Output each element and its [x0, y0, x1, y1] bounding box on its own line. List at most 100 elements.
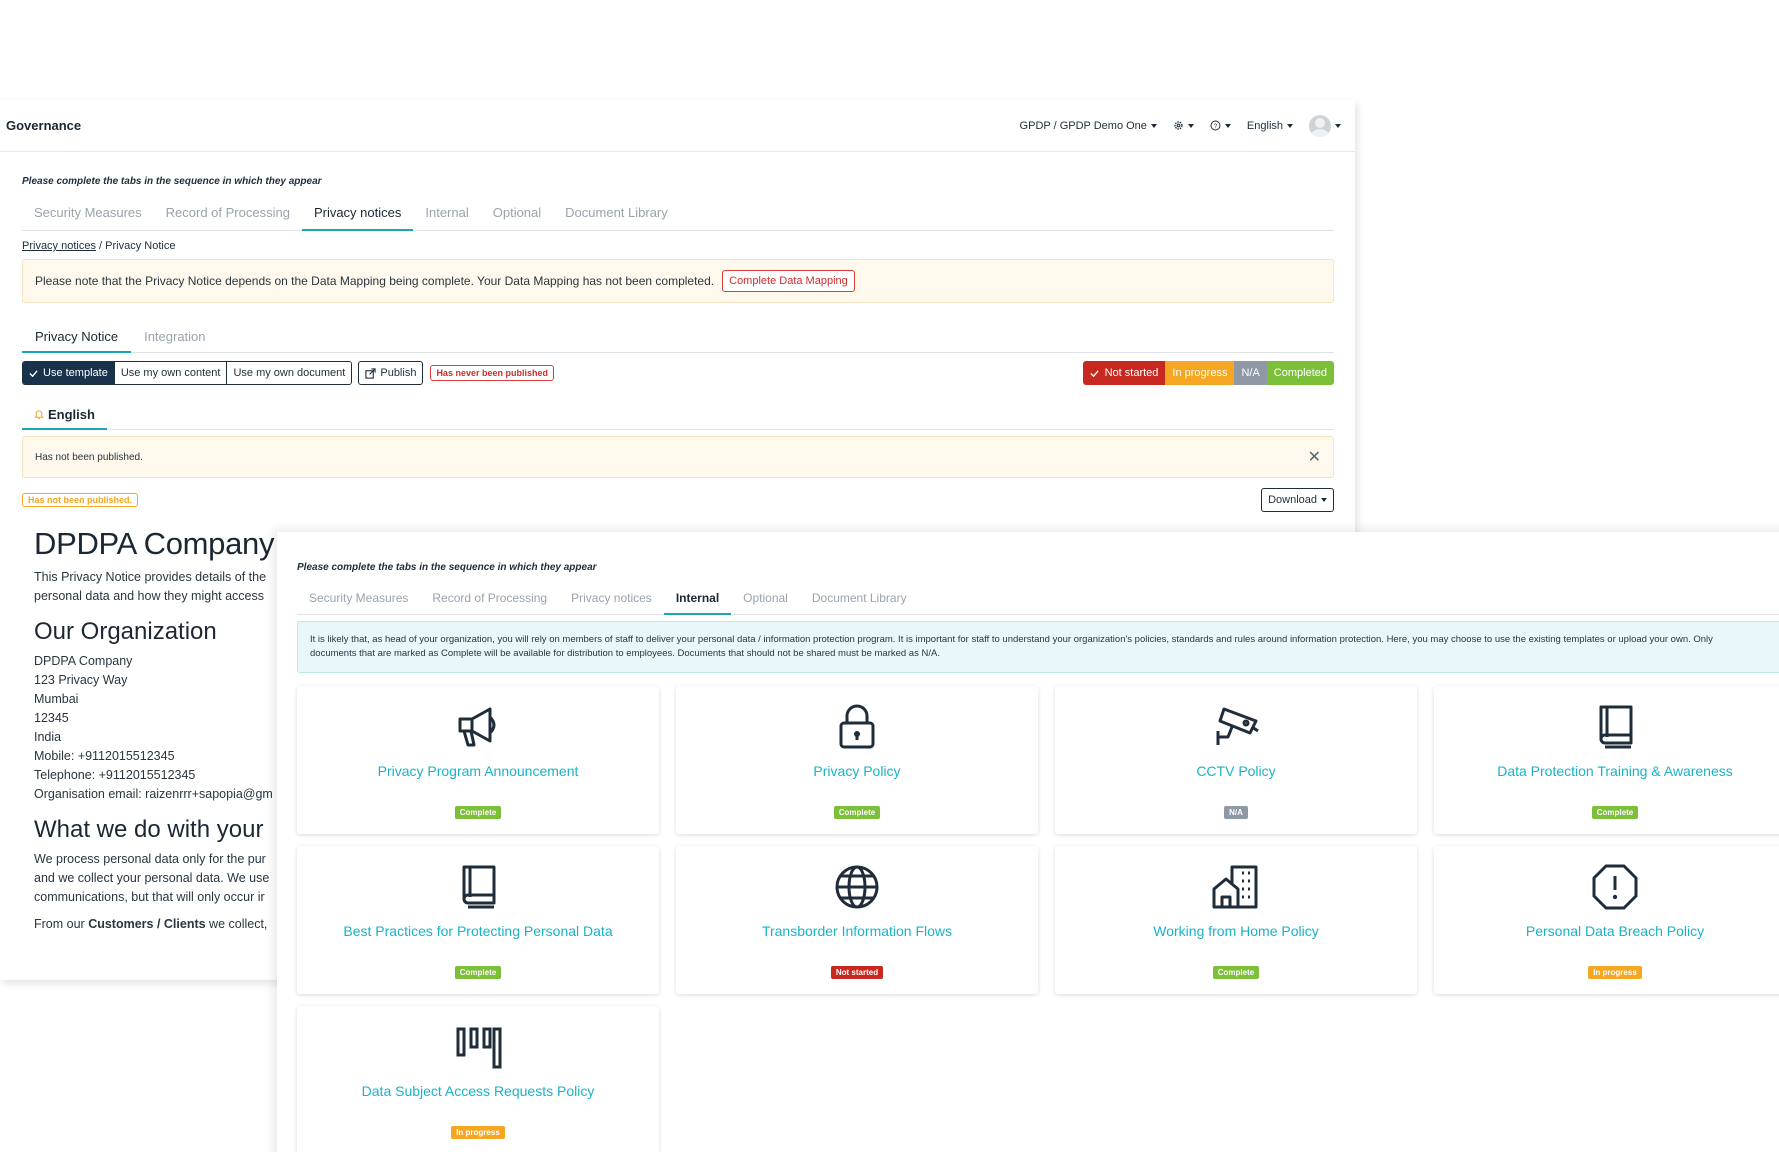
language-selector[interactable]: English — [1247, 120, 1293, 132]
document-card[interactable]: Privacy Program Announcement Complete — [297, 686, 659, 834]
status-badge: Complete — [454, 966, 502, 979]
not-published-badge: Has not been published. — [22, 493, 139, 507]
internal-info-alert: It is likely that, as head of your organ… — [297, 621, 1779, 673]
share-icon — [365, 367, 376, 379]
language-label: English — [1246, 119, 1283, 132]
document-card-title: Data Subject Access Requests Policy — [361, 1083, 595, 1099]
document-card-title: Transborder Information Flows — [761, 923, 953, 939]
document-card[interactable]: Transborder Information Flows Not starte… — [676, 846, 1038, 994]
document-card[interactable]: Data Protection Training & Awareness Com… — [1434, 686, 1779, 834]
breadcrumb-current: Privacy Notice — [105, 240, 176, 252]
internal-info-text: It is likely that, as head of your organ… — [310, 634, 1713, 659]
document-card-title: Privacy Policy — [813, 763, 901, 779]
publish-button[interactable]: Publish — [358, 361, 424, 385]
tab-record-of-processing[interactable]: Record of Processing — [420, 583, 559, 614]
document-card[interactable]: Data Subject Access Requests Policy In p… — [297, 1006, 659, 1152]
status-not-started[interactable]: Not started — [1082, 361, 1166, 385]
status-badge: Complete — [1591, 806, 1639, 819]
internal-documents-grid: Privacy Program Announcement Complete Pr… — [297, 686, 1779, 1152]
settings-menu[interactable] — [1173, 120, 1194, 131]
document-card[interactable]: Personal Data Breach Policy In progress — [1434, 846, 1779, 994]
screenshot-stage: Governance GPDP / GPDP Demo One ? Englis… — [0, 0, 1779, 1152]
home-office-icon — [1212, 865, 1258, 909]
check-icon — [1090, 369, 1099, 377]
tab-language-english[interactable]: English — [22, 401, 107, 430]
bars-icon — [456, 1027, 502, 1069]
document-card[interactable]: CCTV Policy N/A — [1055, 686, 1417, 834]
book-icon — [1599, 705, 1633, 749]
help-menu[interactable]: ? — [1210, 120, 1231, 131]
document-card-title: Data Protection Training & Awareness — [1497, 763, 1733, 779]
sequence-hint: Please complete the tabs in the sequence… — [22, 176, 322, 187]
document-card-title: CCTV Policy — [1196, 763, 1276, 779]
org-selector-label: GPDP / GPDP Demo One — [1019, 119, 1147, 132]
document-card[interactable]: Working from Home Policy Complete — [1055, 846, 1417, 994]
document-card[interactable]: Best Practices for Protecting Personal D… — [297, 846, 659, 994]
document-card-title: Working from Home Policy — [1153, 923, 1319, 939]
tab-optional[interactable]: Optional — [481, 197, 553, 230]
check-icon — [29, 369, 38, 377]
never-published-badge: Has never been published — [430, 365, 554, 381]
tab-document-library[interactable]: Document Library — [800, 583, 919, 614]
internal-documents-window: Please complete the tabs in the sequence… — [277, 532, 1779, 1152]
status-selector: Not started In progress N/A Completed — [1082, 361, 1334, 385]
top-navbar: Governance GPDP / GPDP Demo One ? Englis… — [0, 100, 1355, 152]
status-completed[interactable]: Completed — [1266, 361, 1334, 385]
alert-octagon-icon — [1592, 864, 1638, 910]
breadcrumb: Privacy notices / Privacy Notice — [22, 240, 1334, 252]
use-own-content-button[interactable]: Use my own content — [114, 362, 228, 384]
tab-privacy-notice[interactable]: Privacy Notice — [22, 321, 132, 353]
complete-data-mapping-button[interactable]: Complete Data Mapping — [722, 270, 855, 292]
navbar-right: GPDP / GPDP Demo One ? English — [1020, 114, 1341, 137]
tab-internal[interactable]: Internal — [663, 583, 732, 615]
document-card-title: Personal Data Breach Policy — [1525, 923, 1705, 939]
book-icon — [462, 865, 496, 909]
help-icon: ? — [1210, 120, 1221, 131]
breadcrumb-privacy-notices-link[interactable]: Privacy notices — [22, 240, 96, 252]
svg-text:?: ? — [1214, 123, 1218, 130]
tab-document-library[interactable]: Document Library — [553, 197, 680, 230]
tab-privacy-notices[interactable]: Privacy notices — [559, 583, 664, 614]
chevron-down-icon — [1187, 123, 1194, 128]
tab-integration[interactable]: Integration — [131, 321, 218, 352]
bell-icon — [34, 410, 44, 420]
org-selector[interactable]: GPDP / GPDP Demo One — [1020, 120, 1157, 132]
status-badge: Not started — [830, 966, 884, 979]
tab-security-measures[interactable]: Security Measures — [22, 197, 154, 230]
tab-record-of-processing[interactable]: Record of Processing — [154, 197, 302, 230]
status-badge: In progress — [1588, 966, 1642, 979]
status-not-started-label: Not started — [1104, 367, 1159, 379]
language-tabs: English — [22, 401, 1334, 430]
status-badge: Complete — [1212, 966, 1260, 979]
language-tab-label: English — [48, 407, 95, 422]
sequence-hint: Please complete the tabs in the sequence… — [297, 562, 597, 573]
avatar — [1309, 114, 1331, 137]
privacy-notice-subtabs: Privacy Notice Integration — [22, 321, 1334, 353]
collection-bold: Customers / Clients — [88, 917, 206, 931]
tab-security-measures[interactable]: Security Measures — [297, 583, 420, 614]
app-title: Governance — [6, 118, 82, 133]
use-own-document-button[interactable]: Use my own document — [227, 362, 352, 384]
use-template-button[interactable]: Use template — [23, 362, 115, 384]
use-template-label: Use template — [43, 367, 108, 379]
collection-suffix: we collect, — [205, 917, 268, 931]
document-card-title: Best Practices for Protecting Personal D… — [343, 923, 613, 939]
download-button[interactable]: Download — [1261, 488, 1334, 512]
data-mapping-warning: Please note that the Privacy Notice depe… — [22, 259, 1334, 303]
not-published-alert: Has not been published. ✕ — [22, 436, 1334, 478]
status-in-progress[interactable]: In progress — [1165, 361, 1235, 385]
megaphone-icon — [458, 707, 496, 747]
user-menu[interactable] — [1309, 114, 1341, 137]
tab-internal[interactable]: Internal — [413, 197, 480, 230]
document-actions-row: Has not been published. Download — [22, 488, 1334, 512]
tab-optional[interactable]: Optional — [731, 583, 800, 614]
chevron-down-icon — [1321, 498, 1327, 502]
notice-toolbar: Use template Use my own content Use my o… — [22, 361, 1334, 385]
status-badge: Complete — [833, 806, 881, 819]
status-na[interactable]: N/A — [1234, 361, 1267, 385]
document-card[interactable]: Privacy Policy Complete — [676, 686, 1038, 834]
tab-privacy-notices[interactable]: Privacy notices — [301, 197, 414, 231]
collection-prefix: From our — [34, 917, 89, 931]
close-icon[interactable]: ✕ — [1308, 447, 1321, 467]
status-badge: In progress — [451, 1126, 505, 1139]
